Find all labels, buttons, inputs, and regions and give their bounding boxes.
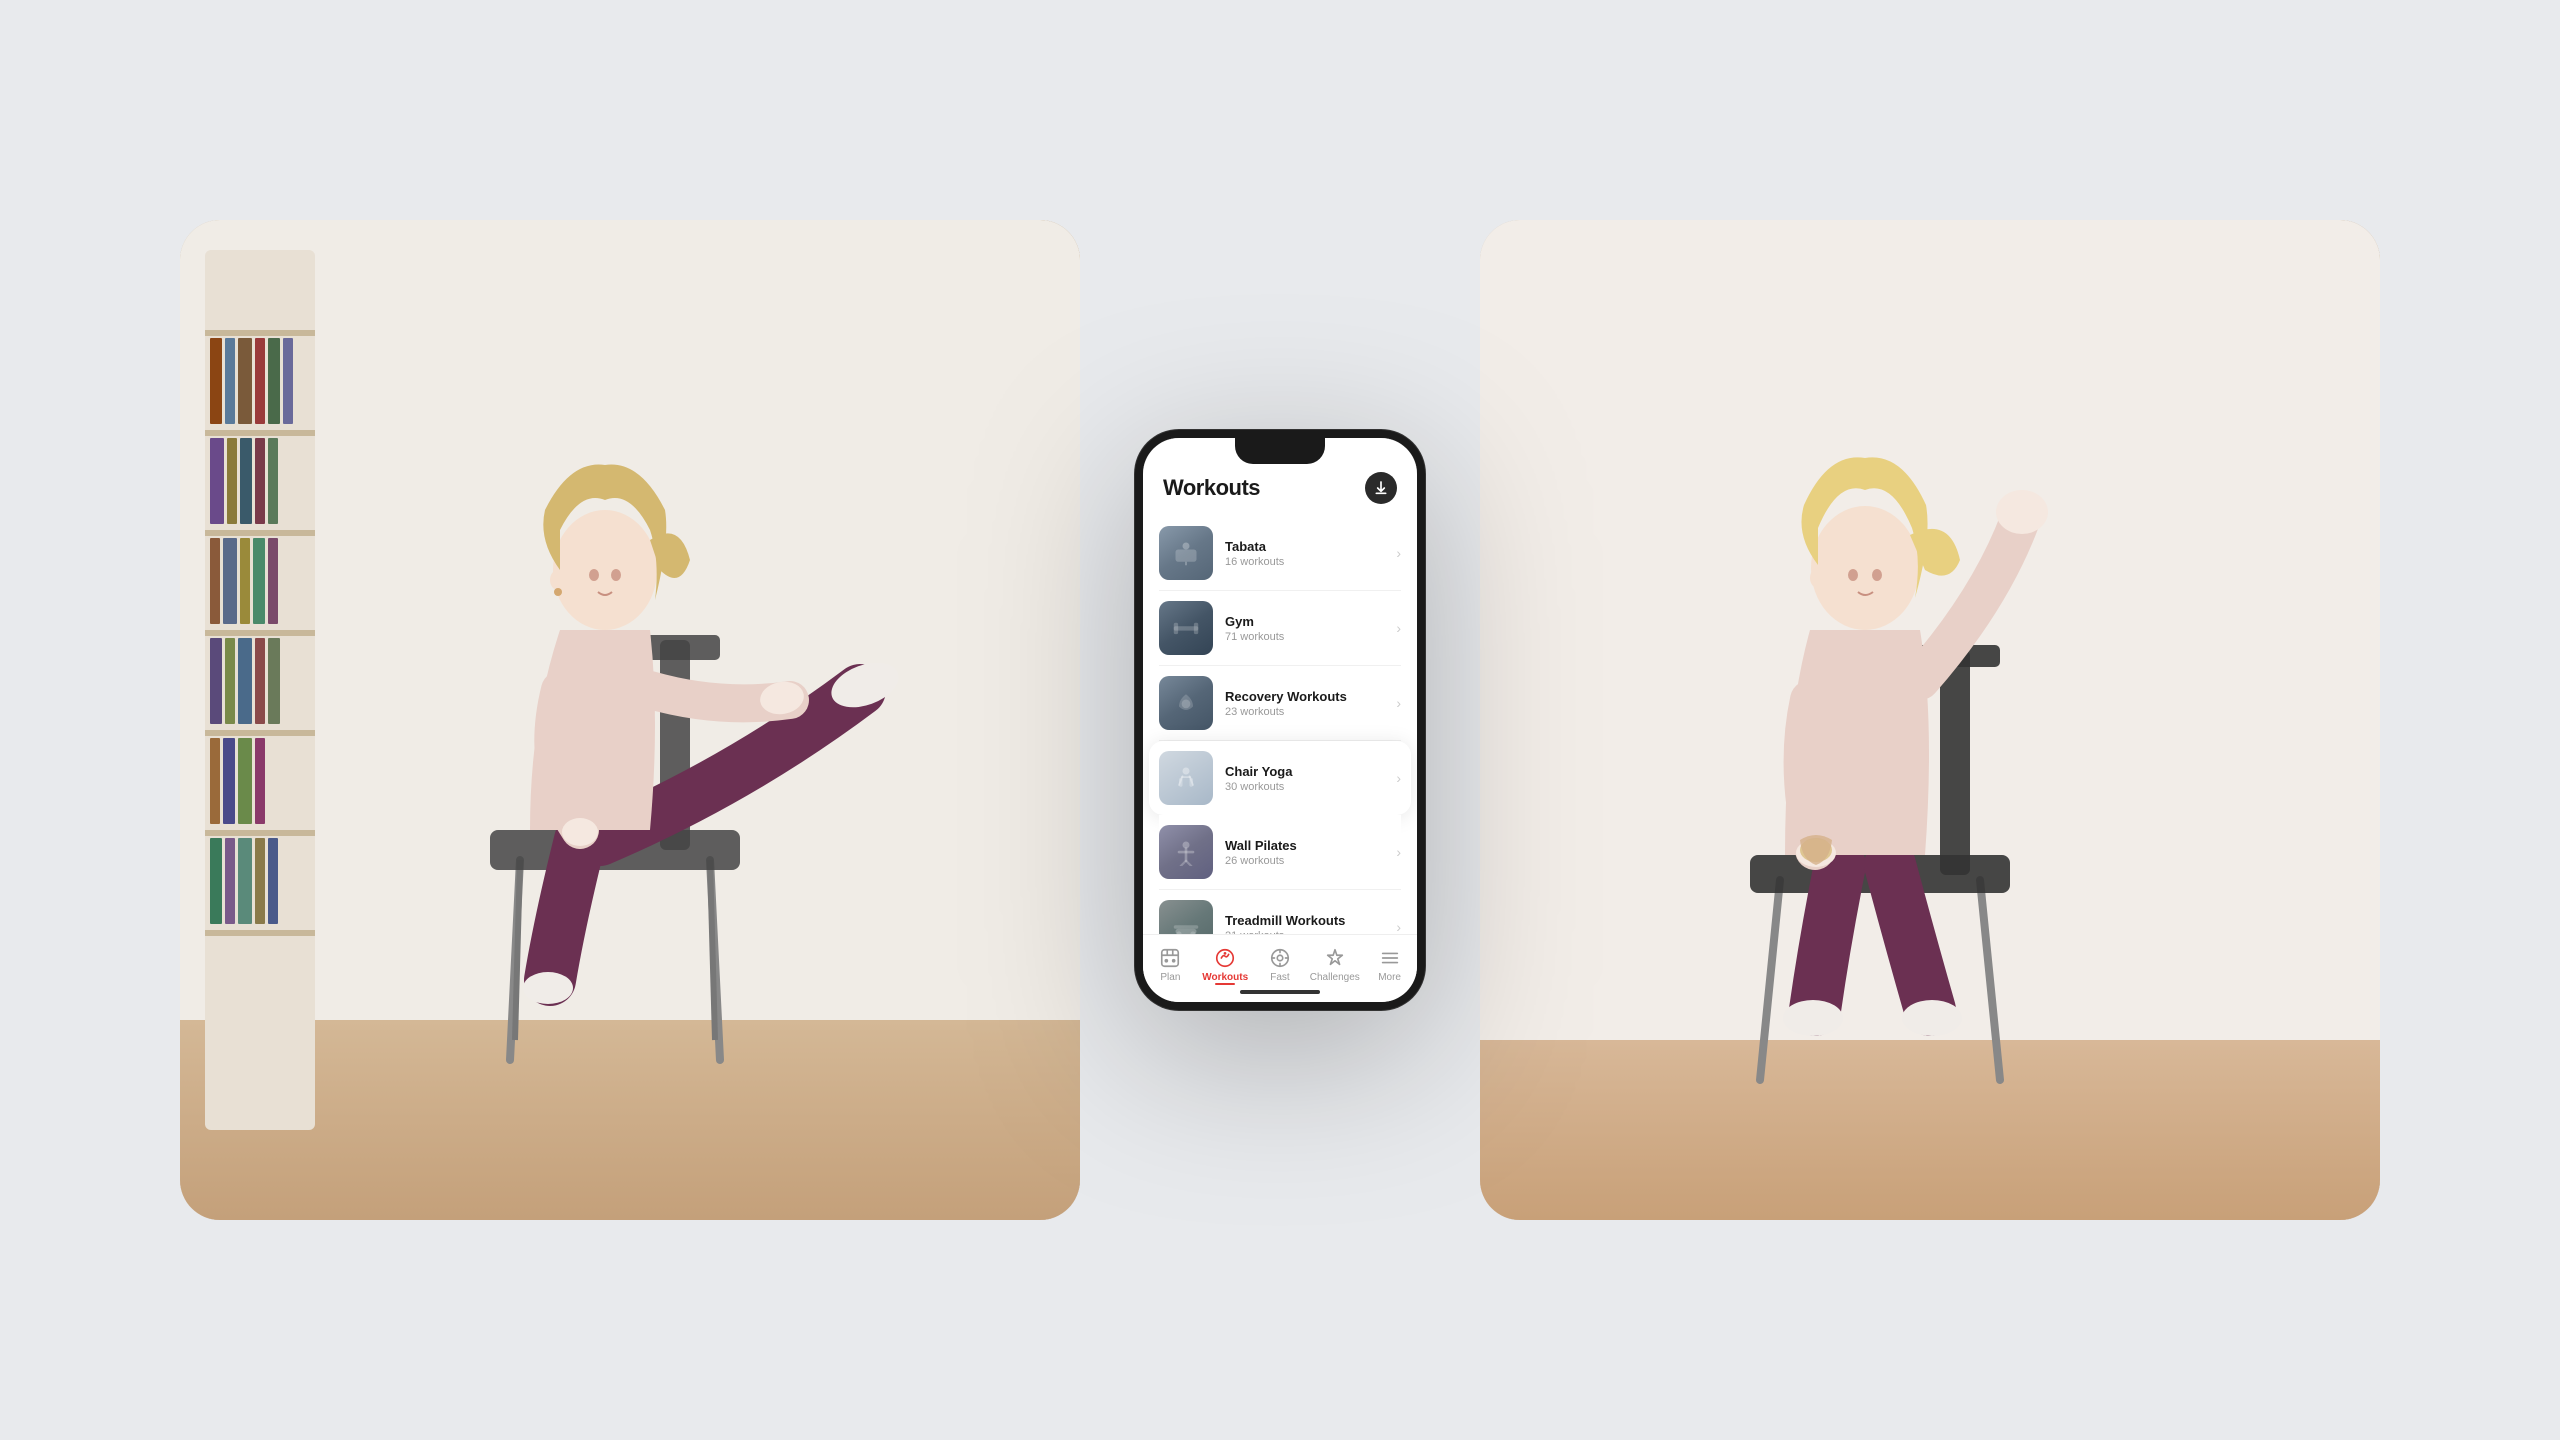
left-photo-bg <box>180 220 1080 1220</box>
thumb-wall-pilates <box>1159 825 1213 879</box>
plan-icon <box>1159 947 1181 969</box>
tab-challenges[interactable]: Challenges <box>1307 947 1362 983</box>
tab-plan[interactable]: Plan <box>1143 947 1198 983</box>
more-icon <box>1379 947 1401 969</box>
phone-screen: Workouts <box>1143 438 1417 1002</box>
workout-item-wall-pilates[interactable]: Wall Pilates 26 workouts › <box>1159 815 1401 890</box>
chevron-treadmill: › <box>1396 919 1401 934</box>
scene: Workouts <box>180 120 2380 1320</box>
workout-name-wall-pilates: Wall Pilates <box>1225 838 1388 853</box>
screen-title: Workouts <box>1163 475 1260 501</box>
workout-item-tabata[interactable]: Tabata 16 workouts › <box>1159 516 1401 591</box>
phone-frame: Workouts <box>1135 430 1425 1010</box>
workout-item-gym[interactable]: Gym 71 workouts › <box>1159 591 1401 666</box>
workout-name-treadmill: Treadmill Workouts <box>1225 913 1388 928</box>
thumb-recovery <box>1159 676 1213 730</box>
tab-workouts-underline <box>1215 983 1235 985</box>
tab-plan-label: Plan <box>1160 972 1180 983</box>
workout-name-chair-yoga: Chair Yoga <box>1225 764 1388 779</box>
workout-count-tabata: 16 workouts <box>1225 556 1388 568</box>
chevron-recovery: › <box>1396 695 1401 711</box>
tab-fast[interactable]: Fast <box>1253 947 1308 983</box>
right-photo-panel <box>1480 220 2380 1220</box>
chevron-gym: › <box>1396 620 1401 636</box>
tab-challenges-label: Challenges <box>1310 972 1360 983</box>
thumb-chair-yoga <box>1159 751 1213 805</box>
chevron-chair-yoga: › <box>1396 770 1401 786</box>
left-photo-panel <box>180 220 1080 1220</box>
workouts-icon <box>1214 947 1236 969</box>
download-icon[interactable] <box>1365 472 1397 504</box>
right-person-figure <box>1560 320 2300 1140</box>
workout-item-chair-yoga[interactable]: Chair Yoga 30 workouts › <box>1149 741 1411 815</box>
chevron-tabata: › <box>1396 545 1401 561</box>
thumb-gym <box>1159 601 1213 655</box>
tab-workouts-label: Workouts <box>1202 972 1248 983</box>
phone-notch <box>1235 438 1325 464</box>
thumb-tabata <box>1159 526 1213 580</box>
workout-count-chair-yoga: 30 workouts <box>1225 781 1388 793</box>
thumb-treadmill <box>1159 900 1213 934</box>
right-photo-bg <box>1480 220 2380 1220</box>
workout-count-recovery: 23 workouts <box>1225 706 1388 718</box>
workout-info-wall-pilates: Wall Pilates 26 workouts <box>1225 838 1388 867</box>
workout-name-recovery: Recovery Workouts <box>1225 689 1388 704</box>
left-person-figure <box>320 340 1000 1120</box>
fast-icon <box>1269 947 1291 969</box>
workout-item-recovery[interactable]: Recovery Workouts 23 workouts › <box>1159 666 1401 741</box>
workout-count-gym: 71 workouts <box>1225 631 1388 643</box>
challenges-icon <box>1324 947 1346 969</box>
chevron-wall-pilates: › <box>1396 844 1401 860</box>
phone-mockup: Workouts <box>1135 430 1425 1010</box>
workout-info-tabata: Tabata 16 workouts <box>1225 539 1388 568</box>
workout-info-gym: Gym 71 workouts <box>1225 614 1388 643</box>
tab-fast-label: Fast <box>1270 972 1289 983</box>
workout-info-recovery: Recovery Workouts 23 workouts <box>1225 689 1388 718</box>
workout-count-treadmill: 21 workouts <box>1225 930 1388 935</box>
tab-workouts[interactable]: Workouts <box>1198 947 1253 983</box>
workout-list: Tabata 16 workouts › <box>1143 516 1417 934</box>
workout-item-treadmill[interactable]: Treadmill Workouts 21 workouts › <box>1159 890 1401 934</box>
workout-name-gym: Gym <box>1225 614 1388 629</box>
home-indicator <box>1240 990 1320 994</box>
workout-info-treadmill: Treadmill Workouts 21 workouts <box>1225 913 1388 935</box>
workout-info-chair-yoga: Chair Yoga 30 workouts <box>1225 764 1388 793</box>
tab-more-label: More <box>1378 972 1401 983</box>
workout-name-tabata: Tabata <box>1225 539 1388 554</box>
workout-count-wall-pilates: 26 workouts <box>1225 855 1388 867</box>
tab-more[interactable]: More <box>1362 947 1417 983</box>
